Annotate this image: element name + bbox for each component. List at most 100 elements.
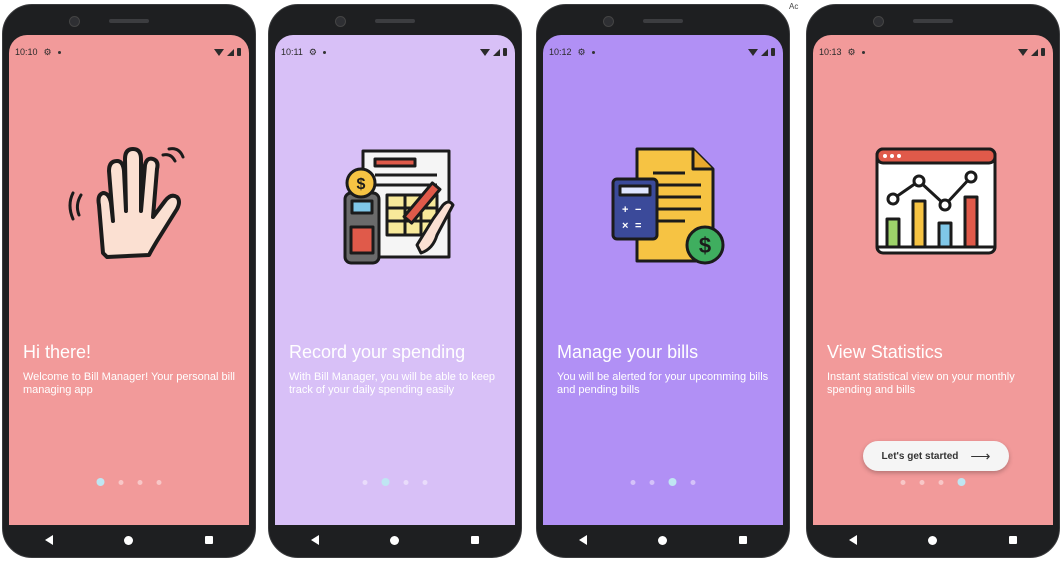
screen-title: Hi there! [23, 342, 92, 362]
nav-bar [275, 525, 515, 555]
phone-frame-3: 10:12 ⚙ + − × = $ Manage your bills You … [536, 4, 790, 558]
page-dot-1[interactable] [96, 478, 105, 486]
phone-frame-4: 10:13 ⚙ View Statistics Instant statisti… [806, 4, 1060, 558]
page-dot-2[interactable] [381, 478, 390, 486]
home-icon[interactable] [928, 535, 938, 545]
status-time: 10:10 [15, 47, 38, 57]
back-icon[interactable] [310, 535, 319, 545]
receipt-calculator-icon: $ [343, 149, 455, 265]
page-dot-1[interactable] [900, 479, 906, 485]
phone-frame-2: 10:11 ⚙ $ Record your spending With Bill… [268, 4, 522, 558]
front-camera [603, 16, 614, 27]
wifi-icon [1018, 48, 1028, 56]
signal-icon [761, 48, 768, 56]
svg-text:×: × [622, 220, 628, 232]
battery-icon [771, 48, 775, 56]
page-indicator[interactable] [362, 478, 428, 486]
page-dot-4[interactable] [422, 479, 428, 485]
back-icon[interactable] [578, 535, 587, 545]
battery-icon [237, 48, 241, 56]
status-time: 10:13 [819, 47, 842, 57]
status-bar: 10:12 ⚙ [549, 45, 775, 59]
recent-apps-icon[interactable] [205, 536, 214, 544]
screen-description: Welcome to Bill Manager! Your personal b… [23, 371, 235, 396]
settings-gear-icon: ⚙ [847, 46, 856, 57]
signal-icon [227, 48, 234, 56]
status-bar: 10:11 ⚙ [281, 45, 507, 59]
page-dot-1[interactable] [362, 479, 368, 485]
screen-title: View Statistics [827, 342, 943, 362]
waving-hand-icon [68, 147, 185, 259]
bill-document-icon: + − × = $ [611, 147, 725, 265]
page-dot-1[interactable] [630, 479, 636, 485]
page-indicator[interactable] [630, 478, 696, 486]
notification-dot-icon [861, 50, 865, 54]
status-time: 10:12 [549, 47, 572, 57]
page-indicator[interactable] [900, 478, 966, 486]
page-dot-2[interactable] [919, 479, 925, 485]
speaker-grille [109, 19, 149, 23]
battery-icon [503, 48, 507, 56]
screen-description: You will be alerted for your upcomming b… [557, 371, 769, 396]
page-dot-4[interactable] [690, 479, 696, 485]
svg-text:$: $ [357, 176, 366, 193]
onboarding-screen-statistics: 10:13 ⚙ View Statistics Instant statisti… [813, 35, 1053, 525]
speaker-grille [375, 19, 415, 23]
get-started-button[interactable]: Let's get started ⟶ [863, 441, 1009, 471]
status-bar: 10:10 ⚙ [15, 45, 241, 59]
nav-bar [9, 525, 249, 555]
page-dot-4[interactable] [156, 479, 162, 485]
page-dot-3[interactable] [668, 478, 677, 486]
phone-frame-1: 10:10 ⚙ Hi there! Welcome to Bill Manage… [2, 4, 256, 558]
home-icon[interactable] [658, 535, 668, 545]
page-dot-4[interactable] [957, 478, 966, 486]
statistics-chart-icon [875, 147, 997, 255]
screen-title: Manage your bills [557, 342, 699, 362]
home-icon[interactable] [390, 535, 400, 545]
onboarding-screen-welcome: 10:10 ⚙ Hi there! Welcome to Bill Manage… [9, 35, 249, 525]
settings-gear-icon: ⚙ [43, 46, 52, 57]
home-icon[interactable] [124, 535, 134, 545]
signal-icon [493, 48, 500, 56]
page-dot-3[interactable] [403, 479, 409, 485]
recent-apps-icon[interactable] [739, 536, 748, 544]
front-camera [69, 16, 80, 27]
front-camera [335, 16, 346, 27]
status-time: 10:11 [281, 47, 303, 57]
page-dot-2[interactable] [118, 479, 124, 485]
wifi-icon [480, 48, 490, 56]
nav-bar [543, 525, 783, 555]
signal-icon [1031, 48, 1038, 56]
corner-label: Ac [789, 2, 799, 11]
onboarding-screen-record: 10:11 ⚙ $ Record your spending With Bill… [275, 35, 515, 525]
speaker-grille [913, 19, 953, 23]
back-icon[interactable] [44, 535, 53, 545]
screen-description: With Bill Manager, you will be able to k… [289, 371, 496, 396]
screen-description: Instant statistical view on your monthly… [827, 371, 1015, 396]
svg-text:=: = [635, 220, 641, 232]
svg-text:−: − [635, 204, 641, 216]
settings-gear-icon: ⚙ [308, 46, 317, 57]
wifi-icon [748, 48, 758, 56]
settings-gear-icon: ⚙ [577, 46, 586, 57]
page-indicator[interactable] [96, 478, 162, 486]
back-icon[interactable] [848, 535, 857, 545]
speaker-grille [643, 19, 683, 23]
get-started-label: Let's get started [881, 450, 959, 462]
svg-text:+: + [622, 204, 628, 216]
recent-apps-icon[interactable] [1009, 536, 1018, 544]
status-bar: 10:13 ⚙ [819, 45, 1045, 59]
page-dot-2[interactable] [649, 479, 655, 485]
nav-bar [813, 525, 1053, 555]
recent-apps-icon[interactable] [471, 536, 480, 544]
front-camera [873, 16, 884, 27]
page-dot-3[interactable] [137, 479, 143, 485]
battery-icon [1041, 48, 1045, 56]
notification-dot-icon [322, 50, 326, 54]
wifi-icon [214, 48, 224, 56]
svg-text:$: $ [699, 233, 711, 258]
notification-dot-icon [591, 50, 595, 54]
notification-dot-icon [57, 50, 61, 54]
page-dot-3[interactable] [938, 479, 944, 485]
onboarding-screen-bills: 10:12 ⚙ + − × = $ Manage your bills You … [543, 35, 783, 525]
